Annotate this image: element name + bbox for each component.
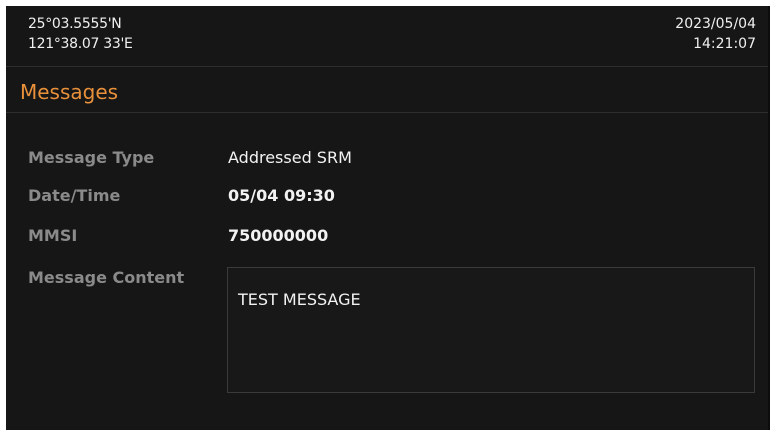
message-content-label: Message Content bbox=[28, 268, 185, 287]
mmsi-value: 750000000 bbox=[228, 226, 329, 245]
date-readout: 2023/05/04 bbox=[675, 16, 756, 32]
status-bar: 25°03.5555'N 121°38.07 33'E 2023/05/04 1… bbox=[6, 6, 770, 67]
message-content-box[interactable]: TEST MESSAGE bbox=[227, 267, 755, 393]
mmsi-label: MMSI bbox=[28, 226, 78, 245]
longitude-readout: 121°38.07 33'E bbox=[28, 36, 133, 52]
message-content-text: TEST MESSAGE bbox=[238, 290, 361, 309]
messages-screen: 25°03.5555'N 121°38.07 33'E 2023/05/04 1… bbox=[6, 6, 770, 430]
message-type-label: Message Type bbox=[28, 148, 155, 167]
title-divider bbox=[6, 112, 770, 113]
time-readout: 14:21:07 bbox=[693, 36, 756, 52]
message-type-value: Addressed SRM bbox=[228, 148, 352, 167]
date-time-label: Date/Time bbox=[28, 186, 121, 205]
date-time-value: 05/04 09:30 bbox=[228, 186, 335, 205]
page-title: Messages bbox=[20, 80, 119, 104]
latitude-readout: 25°03.5555'N bbox=[28, 16, 122, 32]
